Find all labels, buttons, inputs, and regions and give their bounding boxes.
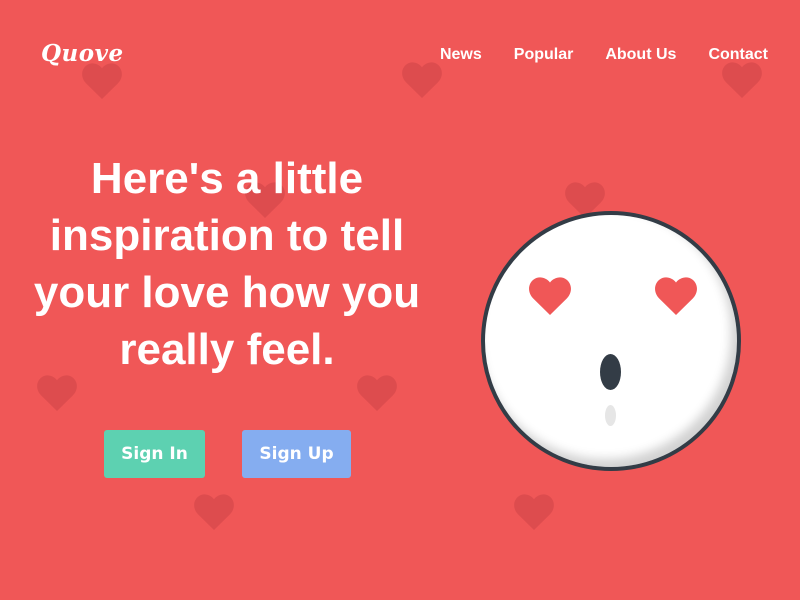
heart-icon [37, 375, 77, 411]
nav-item-popular[interactable]: Popular [514, 46, 574, 64]
heart-eye-left-icon [529, 277, 571, 315]
heart-icon [194, 494, 234, 530]
face-kiss-mark [605, 405, 616, 426]
heart-eyes-kiss-face-icon [481, 211, 741, 471]
main-nav: News Popular About Us Contact [440, 46, 768, 64]
heart-icon [402, 62, 442, 98]
headline-line: Here's a little [90, 154, 364, 203]
heart-icon [357, 375, 397, 411]
headline-line: your love how you [33, 268, 421, 317]
headline-line: inspiration to tell [49, 211, 405, 260]
heart-icon [514, 494, 554, 530]
brand-logo[interactable]: Quove [41, 40, 124, 67]
heart-icon [722, 62, 762, 98]
nav-item-contact[interactable]: Contact [708, 46, 768, 64]
nav-item-news[interactable]: News [440, 46, 482, 64]
heart-icon [82, 63, 122, 99]
heart-eye-right-icon [655, 277, 697, 315]
nav-item-about-us[interactable]: About Us [605, 46, 676, 64]
hero-headline: Here's a little inspiration to tell your… [12, 150, 442, 378]
sign-in-button[interactable]: Sign In [104, 430, 205, 478]
sign-up-button[interactable]: Sign Up [242, 430, 351, 478]
headline-line: really feel. [119, 325, 335, 374]
face-mouth [600, 354, 621, 390]
